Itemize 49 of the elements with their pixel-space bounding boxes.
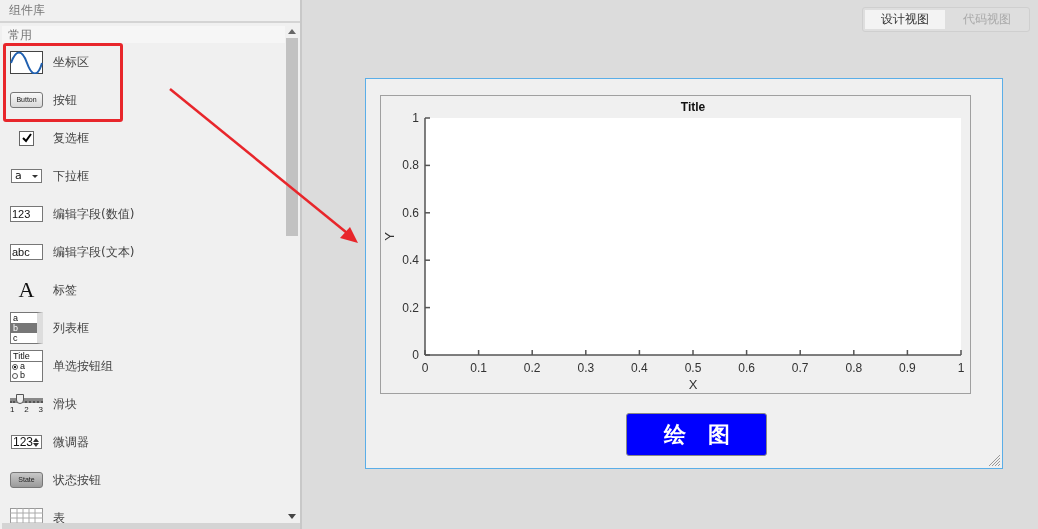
plot-button[interactable]: 绘 图 <box>626 413 767 456</box>
component-item[interactable]: 复选框 <box>2 119 285 157</box>
y-tick-label: 1 <box>412 111 419 125</box>
text-field-icon: 123 <box>10 206 43 222</box>
table-icon <box>10 508 43 523</box>
x-tick-label: 0.9 <box>899 361 916 375</box>
x-tick-label: 0.7 <box>791 361 809 375</box>
radio-group-icon: Title a b <box>10 350 43 382</box>
component-item[interactable]: 坐标区 <box>2 43 285 81</box>
component-item[interactable]: A 标签 <box>2 271 285 309</box>
spinner-icon: 123 <box>11 435 42 449</box>
y-tick-label: 0.4 <box>402 253 419 268</box>
checkbox-icon <box>19 130 34 146</box>
x-tick-label: 0.1 <box>470 361 487 375</box>
x-tick-label: 1 <box>957 361 965 375</box>
scroll-down-icon[interactable] <box>287 514 296 519</box>
component-item[interactable]: 1 2 3 滑块 <box>2 385 285 423</box>
x-tick-label: 0.4 <box>631 361 648 375</box>
list-box-icon: a b c <box>10 312 43 344</box>
view-tab[interactable]: 设计视图 <box>865 10 945 29</box>
y-tick-label: 0.6 <box>402 205 419 220</box>
panel-title: 组件库 <box>0 0 300 23</box>
x-tick-label: 0.2 <box>523 361 541 375</box>
text-field-icon: abc <box>10 244 43 260</box>
x-axis-label: X <box>688 377 698 392</box>
x-tick-label: 0 <box>421 361 429 375</box>
resize-grip-icon[interactable] <box>988 454 1000 466</box>
y-axis-label: Y <box>382 232 397 241</box>
chart-title: Title <box>680 100 706 114</box>
x-tick-label: 0.8 <box>845 361 863 375</box>
component-item[interactable]: Title a b 单选按钮组 <box>2 347 285 385</box>
component-item[interactable]: 123 编辑字段(数值) <box>2 195 285 233</box>
scrollbar-thumb[interactable] <box>285 38 298 236</box>
y-tick-label: 0.8 <box>402 158 419 173</box>
x-tick-label: 0.6 <box>738 361 755 375</box>
axes-icon <box>10 50 43 74</box>
section-header: 常用 <box>2 26 285 43</box>
x-tick-label: 0.3 <box>577 361 595 375</box>
y-tick-label: 0.2 <box>402 300 419 315</box>
component-item[interactable]: 表 <box>2 499 285 523</box>
x-tick-label: 0.5 <box>684 361 702 375</box>
component-item[interactable]: abc 编辑字段(文本) <box>2 233 285 271</box>
component-item[interactable]: 123 微调器 <box>2 423 285 461</box>
scroll-up-icon[interactable] <box>287 29 296 34</box>
dropdown-icon: a <box>11 169 42 183</box>
letter-icon: A <box>18 279 35 301</box>
y-tick-label: 0 <box>412 348 419 362</box>
component-item[interactable]: a b c 列表框 <box>2 309 285 347</box>
component-item[interactable]: a 下拉框 <box>2 157 285 195</box>
